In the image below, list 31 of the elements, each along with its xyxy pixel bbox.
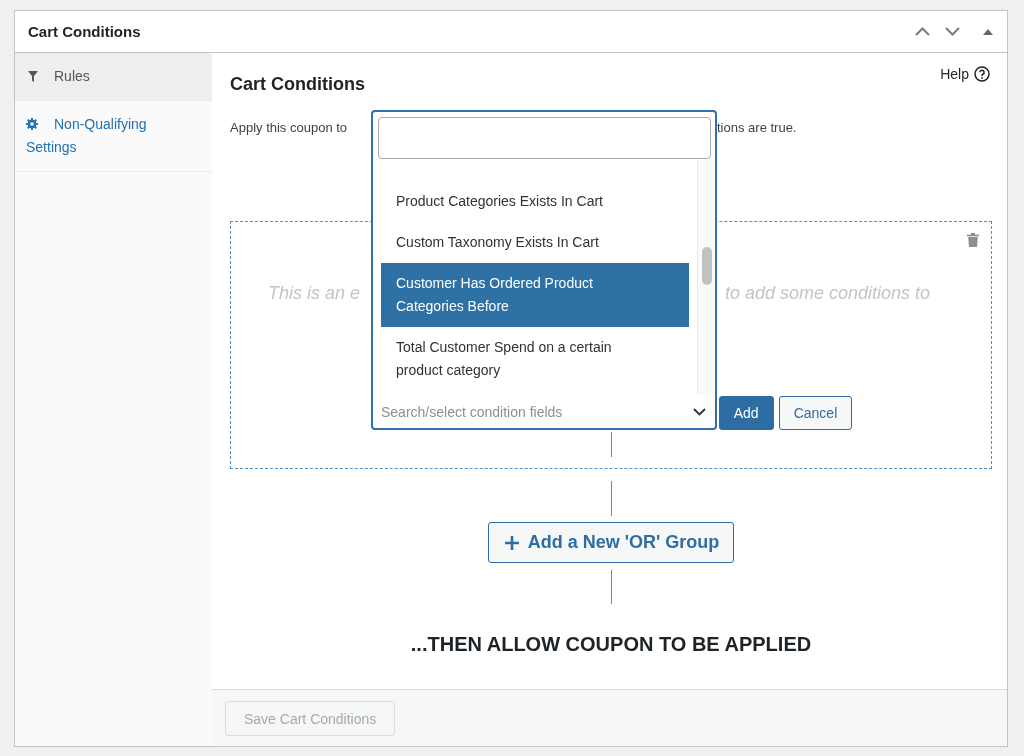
cancel-button[interactable]: Cancel [778, 396, 853, 430]
dropdown-option[interactable]: Product Categories Exists In Cart [381, 181, 689, 222]
dropdown-search-field[interactable] [378, 117, 711, 159]
section-title: Cart Conditions [230, 73, 365, 96]
chevron-down-icon[interactable] [693, 407, 706, 416]
chevron-up-icon[interactable] [914, 27, 930, 36]
connector-line [610, 432, 612, 457]
trash-icon[interactable] [967, 233, 979, 247]
dropdown-option[interactable]: Custom Taxonomy Exists In Cart [381, 222, 689, 263]
panel-title: Cart Conditions [28, 23, 141, 40]
help-link[interactable]: Help [940, 65, 990, 83]
empty-group-message: This is an e [267, 282, 360, 305]
help-icon [974, 66, 990, 82]
sidebar-tab[interactable]: Non-Qualifying Settings [15, 101, 212, 172]
add-button[interactable]: Add [718, 396, 774, 430]
empty-group-message: to add some conditions to [725, 282, 931, 305]
condition-select-field[interactable]: Search/select condition fields [381, 403, 693, 420]
description-text: tions are true. [717, 119, 797, 137]
scrollbar-thumb[interactable] [702, 247, 712, 285]
plus-icon [504, 535, 519, 550]
dropdown-option[interactable]: Total Customer Spend on a certain product category [381, 327, 689, 391]
funnel-icon [28, 71, 38, 82]
description-text: Apply this coupon to [230, 119, 348, 137]
gear-icon [26, 118, 38, 130]
connector-line [610, 570, 612, 604]
sidebar-tab[interactable]: Rules [15, 53, 212, 101]
triangle-up-icon[interactable] [983, 28, 993, 35]
add-group-button[interactable]: Add a New 'OR' Group [487, 522, 735, 563]
dropdown-option[interactable]: Customer Has Ordered Product Categories Before [381, 263, 689, 327]
outcome-text: ...THEN ALLOW COUPON TO BE APPLIED [410, 632, 812, 656]
connector-line [610, 481, 612, 516]
